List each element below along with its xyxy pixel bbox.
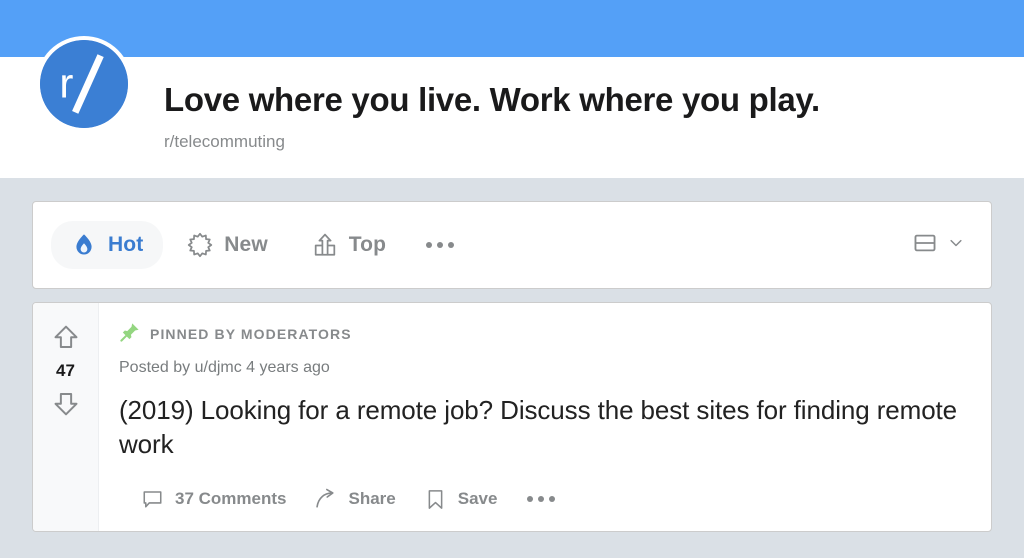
ellipsis-icon — [549, 496, 556, 503]
sort-bar: Hot New Top — [32, 201, 992, 289]
share-arrow-icon — [314, 488, 337, 511]
subreddit-name: r/telecommuting — [164, 131, 285, 151]
sort-tab-top-label: Top — [348, 233, 387, 256]
downvote-arrow-icon[interactable] — [48, 386, 84, 422]
subreddit-header: r Love where you live. Work where you pl… — [0, 36, 1024, 178]
save-button[interactable]: Save — [412, 480, 510, 519]
svg-text:r: r — [59, 60, 73, 107]
vote-column: 47 — [33, 303, 99, 531]
sort-tab-top[interactable]: Top — [292, 221, 406, 269]
share-button[interactable]: Share — [302, 480, 407, 519]
bookmark-icon — [424, 488, 447, 511]
sort-tab-hot-label: Hot — [108, 233, 144, 256]
post-meta: Posted by u/djmc 4 years ago — [119, 359, 330, 376]
ellipsis-icon — [538, 496, 545, 503]
view-mode-toggle[interactable] — [906, 222, 971, 269]
vote-score: 47 — [56, 361, 75, 380]
post-body: PINNED BY MODERATORS Posted by u/djmc 4 … — [99, 303, 991, 531]
page-title: Love where you live. Work where you play… — [164, 81, 820, 118]
ellipsis-icon — [426, 242, 433, 248]
card-layout-icon — [912, 230, 938, 261]
share-label: Share — [348, 489, 396, 509]
podium-up-arrow-icon — [312, 232, 338, 258]
subreddit-avatar-icon[interactable]: r — [36, 36, 132, 132]
flame-icon — [71, 232, 97, 258]
post-title[interactable]: (2019) Looking for a remote job? Discuss… — [119, 394, 959, 462]
post-actions: 37 Comments Share Save — [129, 480, 975, 519]
ellipsis-icon — [527, 496, 534, 503]
sort-tabs: Hot New Top — [51, 221, 906, 269]
main-content: Hot New Top 47 PINNED BY MODERATORS Post… — [0, 201, 1024, 532]
post-more-button[interactable] — [513, 484, 569, 514]
upvote-arrow-icon[interactable] — [48, 319, 84, 355]
comments-button[interactable]: 37 Comments — [129, 480, 298, 519]
starburst-icon — [187, 232, 213, 258]
post-card[interactable]: 47 PINNED BY MODERATORS Posted by u/djmc… — [32, 302, 992, 532]
subreddit-banner — [0, 0, 1024, 57]
pinned-label: PINNED BY MODERATORS — [150, 326, 352, 342]
chevron-down-icon — [947, 234, 965, 257]
ellipsis-icon — [448, 242, 455, 248]
ellipsis-icon — [437, 242, 444, 248]
sort-more-button[interactable] — [410, 228, 470, 262]
pinned-row: PINNED BY MODERATORS — [119, 322, 975, 344]
pin-icon — [119, 321, 141, 348]
sort-tab-new[interactable]: New — [167, 221, 287, 269]
comment-bubble-icon — [141, 488, 164, 511]
save-label: Save — [457, 489, 498, 509]
sort-tab-hot[interactable]: Hot — [51, 221, 164, 269]
sort-tab-new-label: New — [224, 233, 268, 256]
comments-label: 37 Comments — [175, 489, 287, 509]
